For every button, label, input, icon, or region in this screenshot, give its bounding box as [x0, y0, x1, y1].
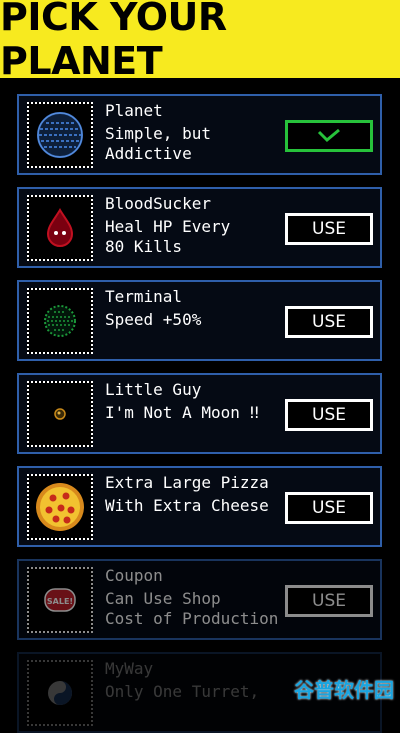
planet-name: Coupon [105, 566, 163, 585]
pizza-icon [36, 483, 84, 531]
planet-card-planet[interactable]: Planet Simple, but Addictive [17, 94, 382, 175]
use-button[interactable]: USE [285, 306, 373, 338]
page-title: PICK YOUR PLANET [0, 0, 227, 83]
site-watermark: 谷普软件园 [294, 678, 394, 702]
planet-name: BloodSucker [105, 194, 211, 213]
tiny-planet-icon [54, 408, 66, 420]
planet-description: Speed +50% [105, 310, 202, 329]
yin-yang-icon [48, 681, 72, 705]
planet-name: Little Guy [105, 380, 202, 399]
check-icon [317, 128, 340, 143]
use-button[interactable]: USE [285, 399, 373, 431]
planet-description: I'm Not A Moon ‼ [105, 403, 260, 422]
blood-drop-icon [46, 208, 74, 247]
planet-description: Can Use Shop Cost of Production [105, 589, 279, 628]
green-terminal-planet-icon [44, 305, 76, 337]
planet-description: With Extra Cheese [105, 496, 269, 515]
use-button[interactable]: USE [285, 213, 373, 245]
planet-card-terminal[interactable]: Terminal Speed +50% USE [17, 280, 382, 361]
planet-thumbnail [27, 474, 93, 540]
planet-card-coupon[interactable]: SALE! Coupon Can Use Shop Cost of Produc… [17, 559, 382, 640]
planet-thumbnail [27, 288, 93, 354]
selected-button[interactable] [285, 120, 373, 152]
sale-sign-text: SALE! [47, 597, 73, 606]
planet-name: Extra Large Pizza [105, 473, 269, 492]
planet-thumbnail [27, 381, 93, 447]
planet-name: MyWay [105, 659, 154, 678]
planet-thumbnail [27, 660, 93, 726]
planet-thumbnail [27, 195, 93, 261]
planet-card-extra-large-pizza[interactable]: Extra Large Pizza With Extra Cheese USE [17, 466, 382, 547]
title-banner: PICK YOUR PLANET [0, 0, 400, 83]
planet-name: Terminal [105, 287, 183, 306]
planet-name: Planet [105, 101, 163, 120]
planet-card-little-guy[interactable]: Little Guy I'm Not A Moon ‼ USE [17, 373, 382, 454]
planet-thumbnail: SALE! [27, 567, 93, 633]
blue-planet-icon [37, 112, 83, 158]
sale-sign-icon: SALE! [44, 588, 76, 612]
planet-description: Simple, but Addictive [105, 124, 211, 163]
planet-card-bloodsucker[interactable]: BloodSucker Heal HP Every 80 Kills USE [17, 187, 382, 268]
use-button[interactable]: USE [285, 492, 373, 524]
planet-thumbnail [27, 102, 93, 168]
use-button[interactable]: USE [285, 585, 373, 617]
planet-description: Only One Turret, [105, 682, 260, 701]
planet-description: Heal HP Every 80 Kills [105, 217, 231, 256]
